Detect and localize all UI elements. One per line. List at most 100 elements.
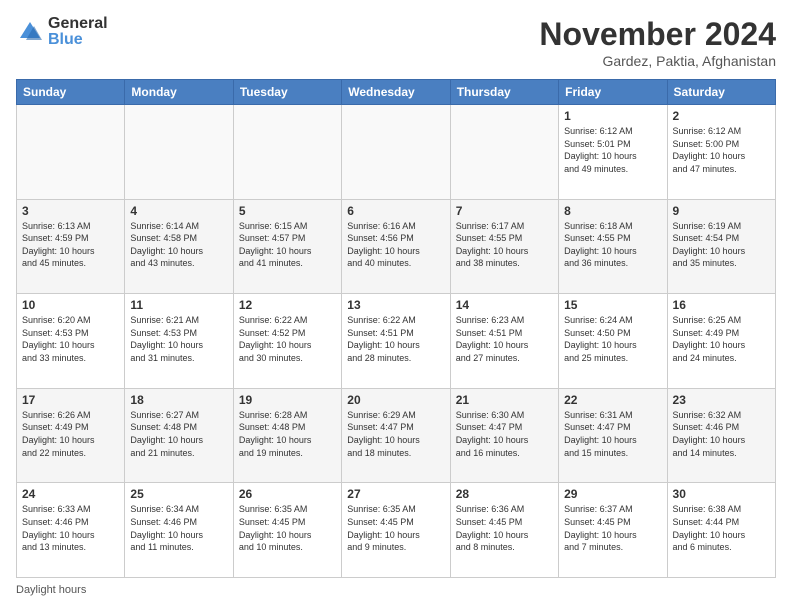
calendar-cell: 16Sunrise: 6:25 AM Sunset: 4:49 PM Dayli… [667,294,775,389]
day-header-friday: Friday [559,80,667,105]
calendar-cell: 26 Sunrise: 6:35 AM Sunset: 4:45 PM Dayli… [233,483,341,578]
day-info: Sunrise: 6:20 AM Sunset: 4:53 PM Dayligh… [22,314,119,364]
page: General Blue November 2024 Gardez, Pakti… [0,0,792,612]
calendar-cell: 6 Sunrise: 6:16 AM Sunset: 4:56 PM Daylig… [342,199,450,294]
week-row-2: 10 Sunrise: 6:20 AM Sunset: 4:53 PM Dayli… [17,294,776,389]
day-header-tuesday: Tuesday [233,80,341,105]
day-number: 27 [347,487,444,501]
calendar-cell: 14Sunrise: 6:23 AM Sunset: 4:51 PM Dayli… [450,294,558,389]
calendar-cell: 27 Sunrise: 6:35 AM Sunset: 4:45 PM Dayli… [342,483,450,578]
day-number: 28 [456,487,553,501]
calendar-cell: 28 Sunrise: 6:36 AM Sunset: 4:45 PM Dayli… [450,483,558,578]
week-row-0: 1 Sunrise: 6:12 AM Sunset: 5:01 PM Daylig… [17,105,776,200]
day-info: Sunrise: 6:19 AM Sunset: 4:54 PM Dayligh… [673,220,770,270]
calendar-body: 1 Sunrise: 6:12 AM Sunset: 5:01 PM Daylig… [17,105,776,578]
day-info: Sunrise: 6:31 AM Sunset: 4:47 PM Dayligh… [564,409,661,459]
day-info: Sunrise: 6:15 AM Sunset: 4:57 PM Dayligh… [239,220,336,270]
day-number: 14 [456,298,553,312]
day-header-monday: Monday [125,80,233,105]
day-number: 30 [673,487,770,501]
day-info: Sunrise: 6:24 AM Sunset: 4:50 PM Dayligh… [564,314,661,364]
day-number: 7 [456,204,553,218]
calendar-cell: 5Sunrise: 6:15 AM Sunset: 4:57 PM Daylig… [233,199,341,294]
day-number: 9 [673,204,770,218]
day-info: Sunrise: 6:28 AM Sunset: 4:48 PM Dayligh… [239,409,336,459]
day-number: 17 [22,393,119,407]
day-number: 13 [347,298,444,312]
calendar-cell: 1 Sunrise: 6:12 AM Sunset: 5:01 PM Daylig… [559,105,667,200]
calendar: SundayMondayTuesdayWednesdayThursdayFrid… [16,79,776,578]
day-info: Sunrise: 6:12 AM Sunset: 5:01 PM Dayligh… [564,125,661,175]
day-header-thursday: Thursday [450,80,558,105]
day-info: Sunrise: 6:13 AM Sunset: 4:59 PM Dayligh… [22,220,119,270]
calendar-cell: 25 Sunrise: 6:34 AM Sunset: 4:46 PM Dayli… [125,483,233,578]
location: Gardez, Paktia, Afghanistan [539,53,776,69]
day-info: Sunrise: 6:36 AM Sunset: 4:45 PM Dayligh… [456,503,553,553]
calendar-cell: 13Sunrise: 6:22 AM Sunset: 4:51 PM Dayli… [342,294,450,389]
day-header-sunday: Sunday [17,80,125,105]
day-number: 24 [22,487,119,501]
day-info: Sunrise: 6:21 AM Sunset: 4:53 PM Dayligh… [130,314,227,364]
day-number: 10 [22,298,119,312]
day-header-saturday: Saturday [667,80,775,105]
calendar-cell [233,105,341,200]
logo-blue-text: Blue [48,32,108,48]
day-info: Sunrise: 6:34 AM Sunset: 4:46 PM Dayligh… [130,503,227,553]
calendar-cell: 21Sunrise: 6:30 AM Sunset: 4:47 PM Dayli… [450,388,558,483]
calendar-cell: 20Sunrise: 6:29 AM Sunset: 4:47 PM Dayli… [342,388,450,483]
day-info: Sunrise: 6:14 AM Sunset: 4:58 PM Dayligh… [130,220,227,270]
calendar-cell: 23 Sunrise: 6:32 AM Sunset: 4:46 PM Dayli… [667,388,775,483]
day-number: 21 [456,393,553,407]
day-info: Sunrise: 6:16 AM Sunset: 4:56 PM Dayligh… [347,220,444,270]
day-number: 11 [130,298,227,312]
day-info: Sunrise: 6:35 AM Sunset: 4:45 PM Dayligh… [347,503,444,553]
day-info: Sunrise: 6:12 AM Sunset: 5:00 PM Dayligh… [673,125,770,175]
calendar-header: SundayMondayTuesdayWednesdayThursdayFrid… [17,80,776,105]
title-block: November 2024 Gardez, Paktia, Afghanista… [539,16,776,69]
calendar-cell [342,105,450,200]
day-number: 23 [673,393,770,407]
calendar-cell: 12 Sunrise: 6:22 AM Sunset: 4:52 PM Dayli… [233,294,341,389]
day-info: Sunrise: 6:26 AM Sunset: 4:49 PM Dayligh… [22,409,119,459]
day-info: Sunrise: 6:33 AM Sunset: 4:46 PM Dayligh… [22,503,119,553]
day-info: Sunrise: 6:37 AM Sunset: 4:45 PM Dayligh… [564,503,661,553]
day-number: 25 [130,487,227,501]
logo: General Blue [16,16,108,48]
calendar-cell: 22 Sunrise: 6:31 AM Sunset: 4:47 PM Dayli… [559,388,667,483]
calendar-cell: 10 Sunrise: 6:20 AM Sunset: 4:53 PM Dayli… [17,294,125,389]
day-header-wednesday: Wednesday [342,80,450,105]
week-row-4: 24 Sunrise: 6:33 AM Sunset: 4:46 PM Dayli… [17,483,776,578]
calendar-cell [17,105,125,200]
calendar-cell: 24 Sunrise: 6:33 AM Sunset: 4:46 PM Dayli… [17,483,125,578]
day-number: 15 [564,298,661,312]
calendar-cell: 4 Sunrise: 6:14 AM Sunset: 4:58 PM Daylig… [125,199,233,294]
calendar-cell: 15 Sunrise: 6:24 AM Sunset: 4:50 PM Dayli… [559,294,667,389]
day-header-row: SundayMondayTuesdayWednesdayThursdayFrid… [17,80,776,105]
day-number: 6 [347,204,444,218]
day-info: Sunrise: 6:18 AM Sunset: 4:55 PM Dayligh… [564,220,661,270]
day-number: 4 [130,204,227,218]
day-number: 22 [564,393,661,407]
day-number: 1 [564,109,661,123]
day-info: Sunrise: 6:32 AM Sunset: 4:46 PM Dayligh… [673,409,770,459]
calendar-cell: 9 Sunrise: 6:19 AM Sunset: 4:54 PM Daylig… [667,199,775,294]
day-number: 19 [239,393,336,407]
day-number: 16 [673,298,770,312]
day-info: Sunrise: 6:29 AM Sunset: 4:47 PM Dayligh… [347,409,444,459]
month-title: November 2024 [539,16,776,53]
day-number: 29 [564,487,661,501]
calendar-cell: 2Sunrise: 6:12 AM Sunset: 5:00 PM Daylig… [667,105,775,200]
calendar-cell: 7Sunrise: 6:17 AM Sunset: 4:55 PM Daylig… [450,199,558,294]
week-row-3: 17 Sunrise: 6:26 AM Sunset: 4:49 PM Dayli… [17,388,776,483]
logo-text: General Blue [48,16,108,48]
calendar-cell: 8Sunrise: 6:18 AM Sunset: 4:55 PM Daylig… [559,199,667,294]
day-number: 12 [239,298,336,312]
day-number: 26 [239,487,336,501]
calendar-cell [450,105,558,200]
day-info: Sunrise: 6:27 AM Sunset: 4:48 PM Dayligh… [130,409,227,459]
day-number: 18 [130,393,227,407]
day-info: Sunrise: 6:22 AM Sunset: 4:52 PM Dayligh… [239,314,336,364]
calendar-cell: 3Sunrise: 6:13 AM Sunset: 4:59 PM Daylig… [17,199,125,294]
header: General Blue November 2024 Gardez, Pakti… [16,16,776,69]
day-info: Sunrise: 6:35 AM Sunset: 4:45 PM Dayligh… [239,503,336,553]
